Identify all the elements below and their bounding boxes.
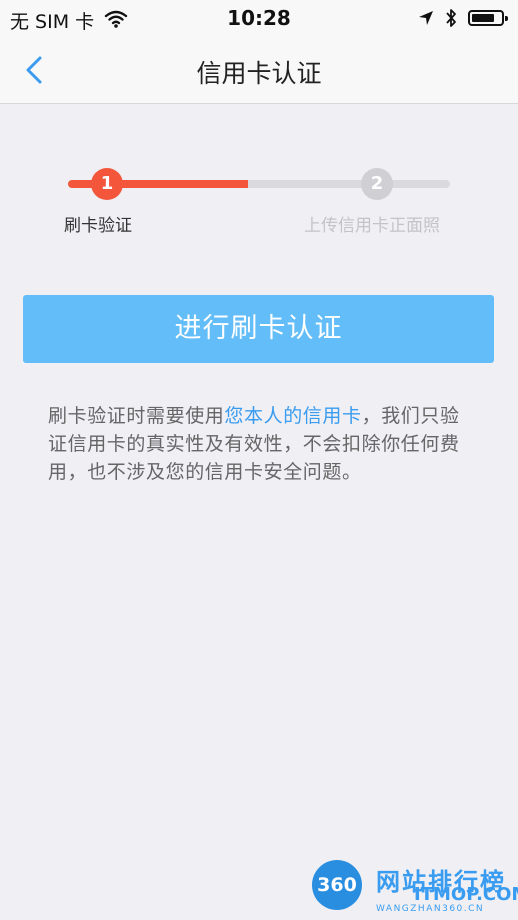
- bluetooth-icon: [444, 7, 458, 33]
- page-title: 信用卡认证: [196, 59, 322, 88]
- watermark-text-en: ITMOP.COM: [414, 884, 518, 905]
- own-credit-card-link[interactable]: 您本人的信用卡: [224, 405, 361, 427]
- description-before: 刷卡验证时需要使用: [48, 405, 225, 427]
- clock: 10:28: [227, 6, 291, 30]
- step-2-indicator: 2: [361, 168, 393, 200]
- watermark-url: WANGZHAN360.CN: [376, 904, 485, 914]
- step-1-label: 刷卡验证: [64, 216, 132, 236]
- description-text: 刷卡验证时需要使用您本人的信用卡，我们只验证信用卡的真实性及有效性，不会扣除你任…: [48, 402, 468, 486]
- swipe-card-verify-button[interactable]: 进行刷卡认证: [23, 295, 494, 363]
- step-2-label: 上传信用卡正面照: [304, 216, 440, 236]
- battery-icon: [468, 10, 508, 26]
- status-bar: 无 SIM 卡 10:28: [0, 0, 518, 40]
- step-1-indicator: 1: [91, 168, 123, 200]
- location-arrow-icon: [418, 10, 434, 30]
- watermark-logo: 360: [312, 860, 362, 910]
- navigation-bar: 信用卡认证: [0, 40, 518, 104]
- watermark: 360 网站排行榜 ITMOP.COM WANGZHAN360.CN: [306, 856, 518, 920]
